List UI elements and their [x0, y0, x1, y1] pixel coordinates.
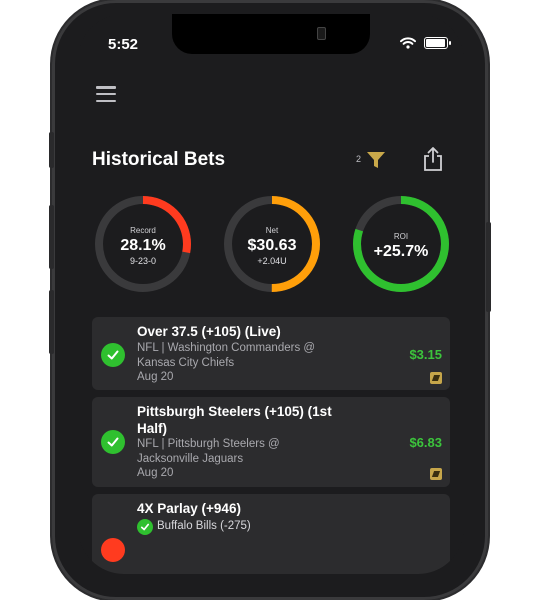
- bet-amount: $6.83: [409, 435, 442, 450]
- stat-value: $30.63: [247, 237, 297, 254]
- bet-card[interactable]: Pittsburgh Steelers (+105) (1st Half) NF…: [92, 397, 450, 487]
- stat-ring-record[interactable]: Record 28.1% 9-23-0: [91, 192, 195, 296]
- bet-league: NFL | Washington Commanders @ Kansas Cit…: [137, 342, 316, 369]
- bet-title: Pittsburgh Steelers (+105) (1st Half): [137, 404, 332, 436]
- status-icons: [400, 37, 451, 49]
- hamburger-menu-icon[interactable]: [96, 86, 116, 102]
- stat-label: Record: [130, 226, 156, 235]
- bet-card[interactable]: Over 37.5 (+105) (Live) NFL | Washington…: [92, 317, 450, 390]
- leg-won-check-icon: [137, 519, 153, 535]
- phone-volume-up-button: [49, 205, 54, 269]
- bet-league: NFL | Pittsburgh Steelers @ Jacksonville…: [137, 438, 280, 465]
- bet-amount: $3.15: [409, 347, 442, 362]
- filter-funnel-icon[interactable]: [366, 150, 386, 170]
- stats-rings: Record 28.1% 9-23-0 Net $30.63 +2.04U RO: [78, 192, 464, 296]
- stat-sub: +2.04U: [257, 256, 287, 266]
- phone-side-button: [49, 132, 54, 168]
- share-icon[interactable]: [423, 146, 443, 172]
- phone-volume-down-button: [49, 290, 54, 354]
- status-time: 5:52: [108, 36, 139, 53]
- wifi-icon: [400, 37, 416, 49]
- app-screen: 5:52 Historical Bets 2 Record 28.1% 9-23…: [78, 14, 464, 574]
- stat-ring-net[interactable]: Net $30.63 +2.04U: [220, 192, 324, 296]
- stat-label: ROI: [393, 231, 409, 241]
- front-camera: [317, 27, 326, 40]
- phone-power-button: [486, 222, 491, 312]
- bet-date: Aug 20: [137, 371, 174, 383]
- bet-date: Aug 20: [137, 467, 174, 479]
- battery-icon: [424, 37, 451, 49]
- won-check-icon: [101, 430, 125, 454]
- sportsbook-icon: [430, 372, 442, 384]
- bet-title: 4X Parlay (+946): [137, 501, 241, 516]
- stat-value: +25.7%: [373, 242, 429, 260]
- stat-label: Net: [265, 226, 279, 235]
- page-title: Historical Bets: [92, 149, 226, 170]
- sportsbook-icon: [430, 468, 442, 480]
- bet-title: Over 37.5 (+105) (Live): [137, 324, 281, 339]
- parlay-status-icon: [101, 538, 125, 562]
- stat-sub: 9-23-0: [129, 256, 156, 266]
- filter-count: 2: [356, 154, 362, 164]
- phone-notch: [172, 14, 370, 54]
- bet-card-parlay[interactable]: 4X Parlay (+946) Buffalo Bills (-275): [92, 494, 450, 574]
- stat-ring-roi[interactable]: ROI +25.7%: [349, 192, 453, 296]
- won-check-icon: [101, 343, 125, 367]
- stat-value: 28.1%: [120, 237, 166, 254]
- parlay-leg: Buffalo Bills (-275): [157, 520, 251, 532]
